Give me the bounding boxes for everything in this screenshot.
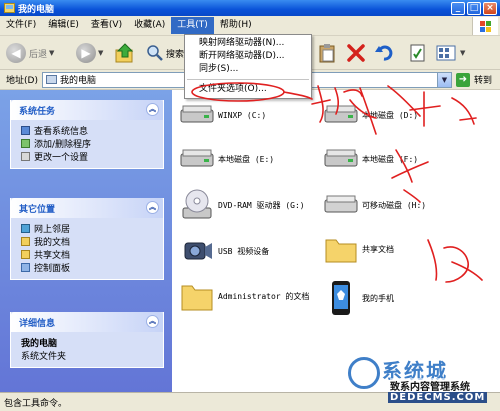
details-header[interactable]: 详细信息 ︽ [11, 312, 163, 332]
drive-g-dvd[interactable]: DVD-RAM 驱动器 (G:) [180, 188, 305, 222]
my-computer-icon [4, 3, 15, 13]
add-remove-programs-link[interactable]: 添加/删除程序 [21, 137, 155, 150]
folder-options-item[interactable]: 文件夹选项(O)... [185, 83, 311, 96]
folder-up-icon [115, 43, 134, 63]
control-panel-icon [21, 262, 30, 272]
undo-icon [375, 45, 393, 61]
dvd-drive-icon [182, 189, 212, 219]
chevron-down-icon: ▼ [49, 49, 55, 57]
status-text: 包含工具命令。 [4, 398, 68, 409]
network-icon [21, 223, 30, 233]
disconnect-network-drive-item[interactable]: 断开网络驱动器(D)... [185, 50, 311, 63]
delete-x-icon [347, 44, 365, 62]
my-phone[interactable]: 我的手机 [324, 280, 394, 316]
details-panel: 详细信息 ︽ 我的电脑 系统文件夹 [10, 312, 164, 368]
menu-bar: 文件(F) 编辑(E) 查看(V) 收藏(A) 工具(T) 帮助(H) [0, 16, 500, 36]
folder-icon [181, 285, 213, 311]
network-places-link[interactable]: 网上邻居 [21, 222, 155, 235]
maximize-button[interactable]: □ [467, 1, 481, 15]
add-remove-icon [21, 138, 30, 148]
window-title: 我的电脑 [18, 4, 55, 15]
task-pane: 系统任务 ︽ 查看系统信息 添加/删除程序 更改一个设置 其它位置 ︽ 网上邻居… [0, 90, 172, 392]
shared-documents[interactable]: 共享文档 [324, 234, 394, 264]
search-button[interactable]: 搜索 [146, 41, 184, 65]
hard-drive-icon [180, 105, 214, 123]
removable-drive-icon [324, 195, 358, 213]
hard-drive-icon [324, 149, 358, 167]
forward-button[interactable]: ▶ ▼ [76, 41, 103, 65]
other-places-panel: 其它位置 ︽ 网上邻居 我的文档 共享文档 控制面板 [10, 198, 164, 280]
undo-button[interactable] [374, 41, 394, 65]
details-description: 系统文件夹 [21, 352, 67, 362]
address-value: 我的电脑 [60, 76, 97, 86]
chevron-down-icon: ▼ [460, 49, 466, 57]
up-button[interactable] [114, 41, 136, 65]
collapse-icon[interactable]: ︽ [146, 103, 159, 116]
menu-separator [187, 79, 309, 80]
menu-help[interactable]: 帮助(H) [214, 17, 258, 34]
system-info-icon [21, 125, 30, 135]
my-documents-link[interactable]: 我的文档 [21, 235, 155, 248]
menu-view[interactable]: 查看(V) [85, 17, 128, 34]
computer-icon [46, 75, 57, 84]
folder-icon [325, 239, 357, 263]
menu-favorites[interactable]: 收藏(A) [128, 17, 171, 34]
search-icon [147, 45, 163, 61]
collapse-icon[interactable]: ︽ [146, 201, 159, 214]
control-panel-link[interactable]: 控制面板 [21, 261, 155, 274]
usb-video-device[interactable]: USB 视频设备 [180, 234, 269, 268]
synchronize-item[interactable]: 同步(S)... [185, 63, 311, 76]
view-system-info-link[interactable]: 查看系统信息 [21, 124, 155, 137]
shared-folder-icon [21, 249, 30, 259]
other-places-header[interactable]: 其它位置 ︽ [11, 198, 163, 218]
minimize-button[interactable]: _ [451, 1, 465, 15]
administrator-documents[interactable]: Administrator 的文档 [180, 280, 309, 312]
paste-button[interactable] [318, 41, 336, 65]
drive-list: WINXP (C:) 本地磁盘 (D:) 本地磁盘 (E:) 本地磁盘 (F:)… [172, 90, 500, 392]
drive-c[interactable]: WINXP (C:) [180, 104, 266, 126]
phone-icon [332, 281, 350, 315]
collapse-icon[interactable]: ︽ [146, 315, 159, 328]
views-icon [436, 45, 456, 61]
go-button[interactable]: ➜ 转到 [456, 72, 492, 87]
drive-h-removable[interactable]: 可移动磁盘 (H:) [324, 194, 426, 216]
drive-e[interactable]: 本地磁盘 (E:) [180, 148, 274, 170]
address-dropdown-icon[interactable]: ▼ [437, 72, 451, 87]
back-button[interactable]: ◀ 后退 ▼ [6, 41, 54, 65]
settings-icon [21, 151, 30, 161]
clipboard-icon [319, 44, 335, 63]
chevron-down-icon: ▼ [98, 49, 104, 57]
delete-button[interactable] [346, 41, 366, 65]
drive-f[interactable]: 本地磁盘 (F:) [324, 148, 418, 170]
properties-button[interactable] [408, 41, 428, 65]
map-network-drive-item[interactable]: 映射网络驱动器(N)... [185, 37, 311, 50]
menu-edit[interactable]: 编辑(E) [42, 17, 85, 34]
forward-arrow-icon: ▶ [76, 43, 96, 63]
shared-documents-link[interactable]: 共享文档 [21, 248, 155, 261]
go-arrow-icon: ➜ [456, 72, 470, 87]
watermark-logo-icon [348, 357, 380, 389]
change-setting-link[interactable]: 更改一个设置 [21, 150, 155, 163]
watermark: 系统城 致系内容管理系统 DEDECMS.COM [340, 355, 500, 407]
tools-menu-dropdown: 映射网络驱动器(N)... 断开网络驱动器(D)... 同步(S)... 文件夹… [184, 34, 312, 99]
hard-drive-icon [180, 149, 214, 167]
system-tasks-header[interactable]: 系统任务 ︽ [11, 100, 163, 120]
menu-tools[interactable]: 工具(T) [171, 17, 214, 34]
folder-icon [21, 236, 30, 246]
hard-drive-icon [324, 105, 358, 123]
address-label: 地址(D) [6, 76, 38, 86]
details-name: 我的电脑 [21, 339, 58, 349]
menu-file[interactable]: 文件(F) [0, 17, 42, 34]
windows-logo-icon [472, 17, 498, 35]
back-arrow-icon: ◀ [6, 43, 26, 63]
video-camera-icon [184, 242, 212, 260]
views-button[interactable]: ▼ [436, 41, 465, 65]
system-tasks-panel: 系统任务 ︽ 查看系统信息 添加/删除程序 更改一个设置 [10, 100, 164, 169]
properties-icon [410, 44, 425, 62]
title-bar: 我的电脑 _ □ × [0, 0, 500, 16]
close-button[interactable]: × [483, 1, 497, 15]
drive-d[interactable]: 本地磁盘 (D:) [324, 104, 418, 126]
